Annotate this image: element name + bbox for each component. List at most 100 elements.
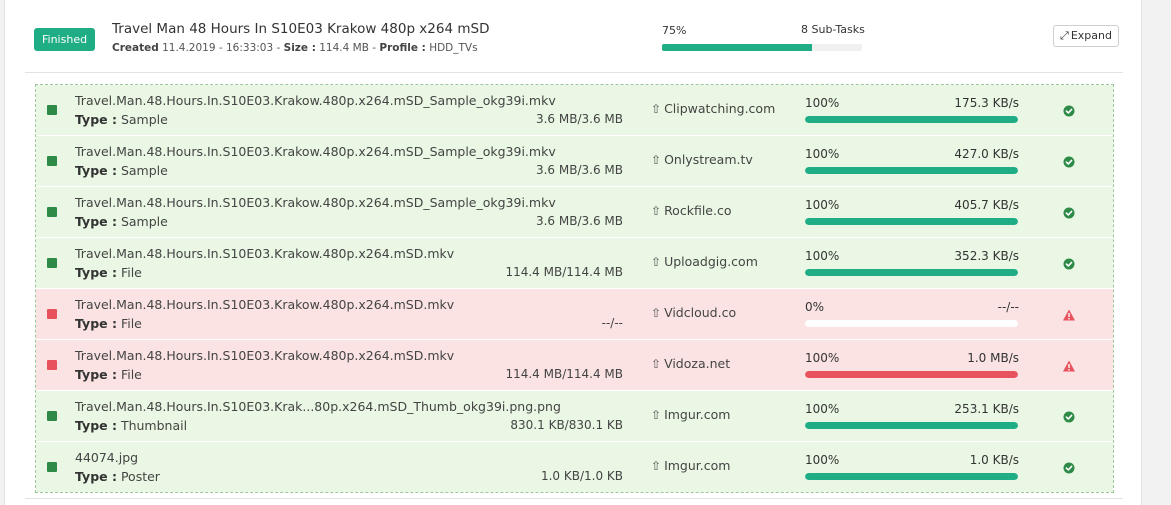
subtask-progress-fill bbox=[805, 167, 1018, 174]
subtask-filename: Travel.Man.48.Hours.In.S10E03.Krakow.480… bbox=[75, 93, 556, 108]
subtask-size: 3.6 MB/3.6 MB bbox=[535, 163, 623, 177]
expand-label: Expand bbox=[1070, 29, 1112, 42]
check-circle-icon bbox=[1062, 256, 1076, 270]
type-label: Type : bbox=[75, 163, 117, 178]
type-label: Type : bbox=[75, 418, 117, 433]
type-value: File bbox=[120, 265, 142, 280]
subtask-speed: 253.1 KB/s bbox=[954, 402, 1019, 416]
subtask-filename: Travel.Man.48.Hours.In.S10E03.Krakow.480… bbox=[75, 144, 556, 159]
type-value: Poster bbox=[120, 469, 160, 484]
status-square-icon bbox=[47, 360, 57, 370]
subtask-host: ⇧ Clipwatching.com bbox=[651, 101, 775, 116]
subtask-progress-bar bbox=[805, 116, 1018, 123]
status-square-icon bbox=[47, 309, 57, 319]
subtask-host: ⇧ Uploadgig.com bbox=[651, 254, 758, 269]
subtask-size: 114.4 MB/114.4 MB bbox=[505, 265, 623, 279]
subtask-row[interactable]: Travel.Man.48.Hours.In.S10E03.Krakow.480… bbox=[36, 289, 1113, 340]
subtask-progress-bar bbox=[805, 422, 1018, 429]
subtask-filename: Travel.Man.48.Hours.In.S10E03.Krakow.480… bbox=[75, 348, 455, 363]
subtask-filename: Travel.Man.48.Hours.In.S10E03.Krakow.480… bbox=[75, 195, 556, 210]
size-value: 114.4 MB bbox=[319, 42, 369, 54]
subtask-percent: 100% bbox=[805, 198, 840, 212]
subtask-row[interactable]: Travel.Man.48.Hours.In.S10E03.Krakow.480… bbox=[36, 187, 1113, 238]
host-name: Vidcloud.co bbox=[664, 305, 737, 320]
subtask-type: Type : Sample bbox=[75, 163, 168, 178]
warning-triangle-icon bbox=[1062, 358, 1076, 372]
upload-icon: ⇧ bbox=[651, 459, 662, 473]
type-label: Type : bbox=[75, 214, 117, 229]
subtask-type: Type : File bbox=[75, 265, 142, 280]
type-label: Type : bbox=[75, 112, 117, 127]
subtask-speed: 1.0 KB/s bbox=[969, 453, 1019, 467]
subtask-type: Type : Sample bbox=[75, 112, 168, 127]
upload-icon: ⇧ bbox=[651, 306, 662, 320]
subtask-progress-fill bbox=[805, 473, 1018, 480]
subtask-list: Travel.Man.48.Hours.In.S10E03.Krakow.480… bbox=[35, 84, 1114, 493]
host-name: Clipwatching.com bbox=[664, 101, 776, 116]
subtask-percent: 100% bbox=[805, 402, 840, 416]
subtask-progress-bar bbox=[805, 269, 1018, 276]
overall-progress-percent: 75% bbox=[662, 24, 687, 37]
check-circle-icon bbox=[1062, 103, 1076, 117]
subtask-speed: 352.3 KB/s bbox=[954, 249, 1019, 263]
type-label: Type : bbox=[75, 265, 117, 280]
type-label: Type : bbox=[75, 316, 117, 331]
subtask-row[interactable]: 44074.jpg Type : Poster 1.0 KB/1.0 KB ⇧ Imgu… bbox=[36, 442, 1113, 492]
subtasks-count: 8 Sub-Tasks bbox=[801, 23, 865, 36]
status-square-icon bbox=[47, 462, 57, 472]
subtask-percent: 100% bbox=[805, 96, 840, 110]
warning-triangle-icon bbox=[1062, 307, 1076, 321]
subtask-type: Type : File bbox=[75, 316, 142, 331]
task-header: Finished Travel Man 48 Hours In S10E03 K… bbox=[5, 0, 1141, 72]
subtask-row[interactable]: Travel.Man.48.Hours.In.S10E03.Krak...80p… bbox=[36, 391, 1113, 442]
bottom-divider bbox=[25, 498, 1123, 499]
subtask-host: ⇧ Vidoza.net bbox=[651, 356, 730, 371]
subtask-speed: 175.3 KB/s bbox=[954, 96, 1019, 110]
upload-icon: ⇧ bbox=[651, 204, 662, 218]
subtask-progress-bar bbox=[805, 371, 1018, 378]
subtask-speed: 1.0 MB/s bbox=[967, 351, 1019, 365]
subtask-type: Type : Poster bbox=[75, 469, 160, 484]
status-square-icon bbox=[47, 258, 57, 268]
host-name: Onlystream.tv bbox=[664, 152, 753, 167]
subtask-size: 830.1 KB/830.1 KB bbox=[510, 418, 623, 432]
subtask-filename: Travel.Man.48.Hours.In.S10E03.Krakow.480… bbox=[75, 246, 455, 261]
subtask-filename: 44074.jpg bbox=[75, 450, 139, 465]
subtask-progress-bar bbox=[805, 218, 1018, 225]
size-label: Size : bbox=[283, 42, 316, 54]
expand-button[interactable]: ⤢ Expand bbox=[1053, 25, 1119, 47]
subtask-row[interactable]: Travel.Man.48.Hours.In.S10E03.Krakow.480… bbox=[36, 238, 1113, 289]
subtask-percent: 100% bbox=[805, 147, 840, 161]
header-divider bbox=[25, 72, 1123, 73]
task-title: Travel Man 48 Hours In S10E03 Krakow 480… bbox=[112, 21, 490, 37]
subtask-host: ⇧ Imgur.com bbox=[651, 458, 730, 473]
overall-progress-fill bbox=[662, 44, 812, 51]
host-name: Uploadgig.com bbox=[664, 254, 758, 269]
type-value: Sample bbox=[120, 163, 168, 178]
overall-progress-bar bbox=[662, 44, 862, 51]
status-square-icon bbox=[47, 411, 57, 421]
subtask-progress-bar bbox=[805, 320, 1018, 327]
subtask-row[interactable]: Travel.Man.48.Hours.In.S10E03.Krakow.480… bbox=[36, 340, 1113, 391]
subtask-progress-fill bbox=[805, 269, 1018, 276]
subtask-size: 1.0 KB/1.0 KB bbox=[540, 469, 623, 483]
subtask-size: --/-- bbox=[601, 316, 623, 330]
subtask-row[interactable]: Travel.Man.48.Hours.In.S10E03.Krakow.480… bbox=[36, 136, 1113, 187]
host-name: Imgur.com bbox=[664, 407, 731, 422]
check-circle-icon bbox=[1062, 409, 1076, 423]
subtask-filename: Travel.Man.48.Hours.In.S10E03.Krakow.480… bbox=[75, 297, 455, 312]
subtask-progress-fill bbox=[805, 371, 1018, 378]
status-badge: Finished bbox=[34, 28, 96, 51]
type-label: Type : bbox=[75, 367, 117, 382]
subtask-row[interactable]: Travel.Man.48.Hours.In.S10E03.Krakow.480… bbox=[36, 85, 1113, 136]
subtask-speed: 427.0 KB/s bbox=[954, 147, 1019, 161]
subtask-speed: 405.7 KB/s bbox=[954, 198, 1019, 212]
subtask-host: ⇧ Rockfile.co bbox=[651, 203, 731, 218]
subtask-progress-fill bbox=[805, 422, 1018, 429]
expand-arrows-icon: ⤢ bbox=[1060, 29, 1069, 42]
check-circle-icon bbox=[1062, 205, 1076, 219]
subtask-type: Type : Thumbnail bbox=[75, 418, 187, 433]
task-meta: Created 11.4.2019 - 16:33:03 - Size : 11… bbox=[112, 42, 478, 54]
check-circle-icon bbox=[1062, 154, 1076, 168]
profile-value: HDD_TVs bbox=[429, 42, 478, 54]
